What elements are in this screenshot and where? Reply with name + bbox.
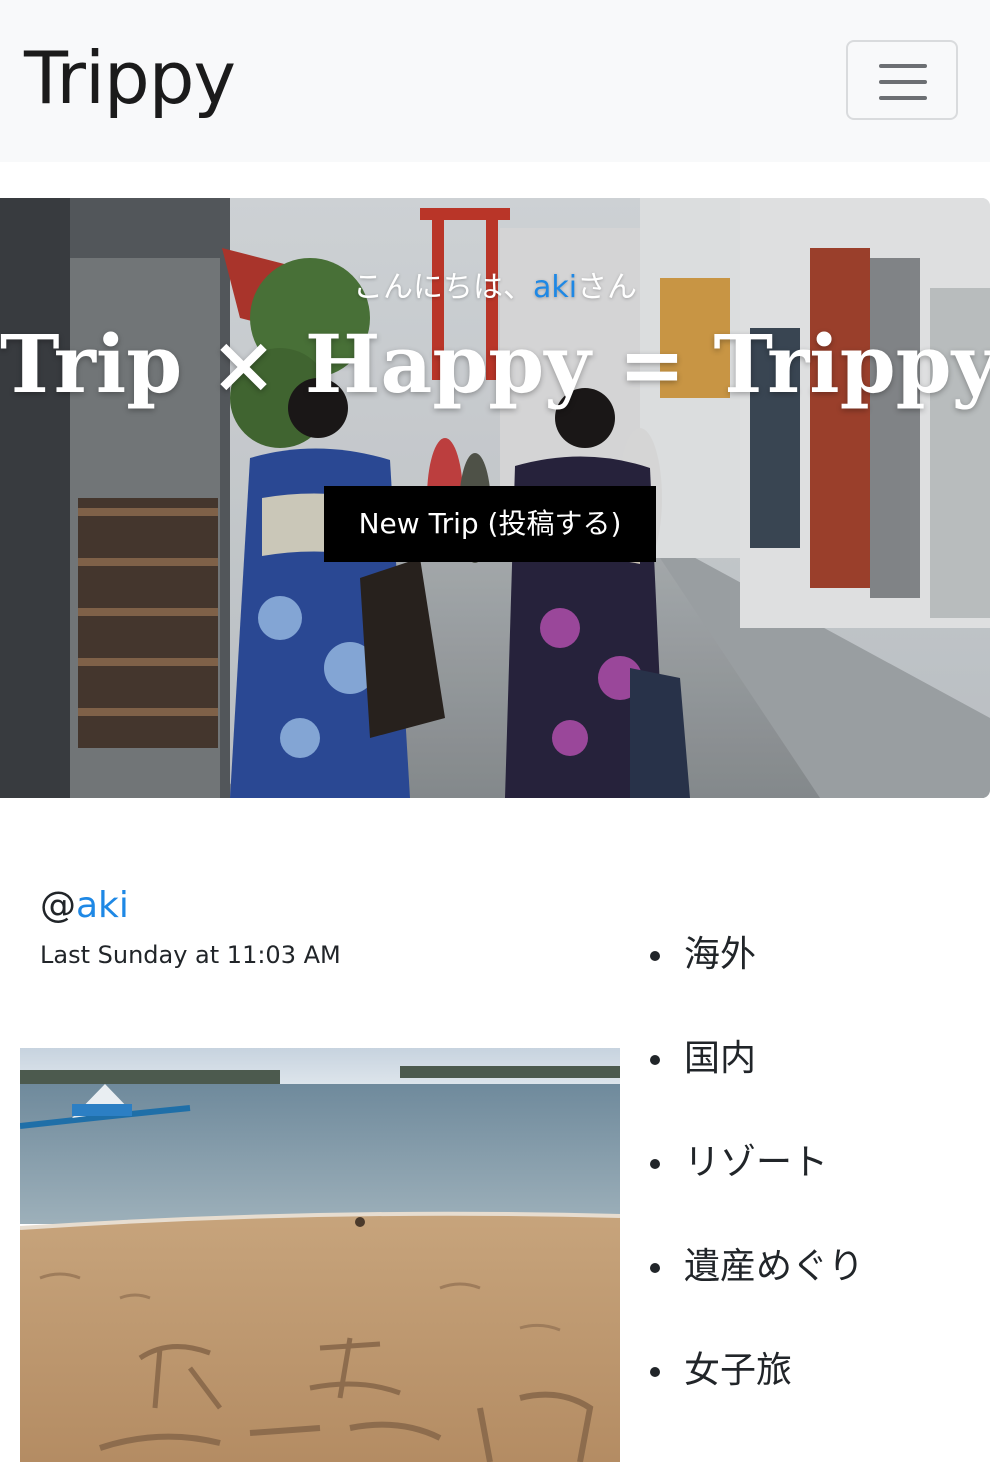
post-author: @aki	[40, 880, 129, 932]
new-trip-button[interactable]: New Trip (投稿する)	[324, 486, 656, 562]
category-list: 海外 国内 リゾート 遺産めぐり 女子旅	[648, 922, 864, 1442]
post-photo[interactable]	[20, 1048, 620, 1462]
hero-tagline: Trip × Happy = Trippy	[0, 317, 990, 411]
greeting-prefix: こんにちは、	[352, 270, 533, 305]
beach-photo	[20, 1048, 620, 1462]
hamburger-menu-icon	[879, 64, 927, 100]
post-author-link[interactable]: aki	[76, 885, 129, 926]
greeting-suffix: さん	[577, 270, 638, 305]
category-item-heritage[interactable]: 遺産めぐり	[648, 1234, 864, 1338]
greeting-user-link[interactable]: aki	[533, 270, 577, 305]
category-item-girls-trip[interactable]: 女子旅	[648, 1338, 864, 1442]
category-item-resort[interactable]: リゾート	[648, 1130, 864, 1234]
category-item-overseas[interactable]: 海外	[648, 922, 864, 1026]
category-item-domestic[interactable]: 国内	[648, 1026, 864, 1130]
greeting-text: こんにちは、akiさん	[0, 268, 990, 308]
brand-logo[interactable]: Trippy	[24, 30, 236, 126]
post-author-at: @	[40, 885, 76, 926]
navbar: Trippy	[0, 0, 990, 162]
navbar-toggler-button[interactable]	[846, 40, 958, 120]
post-timestamp: Last Sunday at 11:03 AM	[40, 941, 341, 969]
hero-jumbotron: こんにちは、akiさん Trip × Happy = Trippy New Tr…	[0, 198, 990, 798]
